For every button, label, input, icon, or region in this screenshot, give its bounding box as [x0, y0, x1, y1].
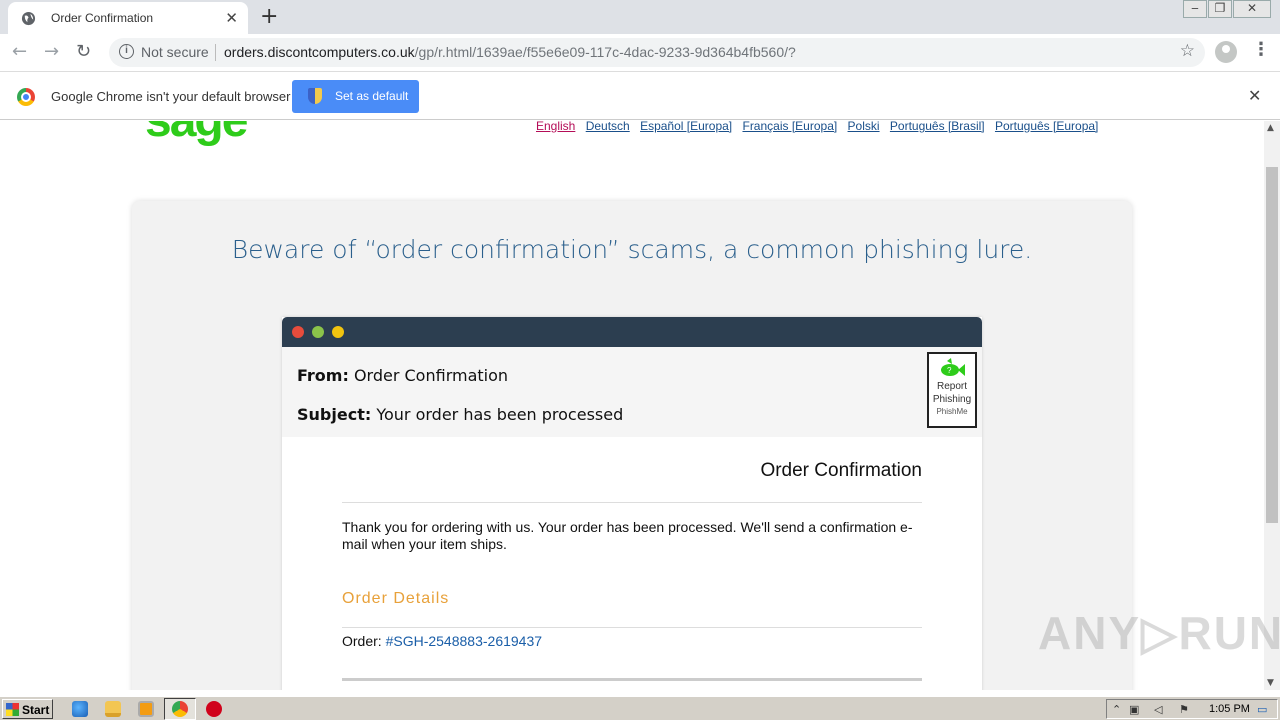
email-subject: Subject: Your order has been processed	[297, 405, 623, 424]
lang-portugues-europa-link[interactable]: Português [Europa]	[995, 121, 1098, 133]
training-panel: Beware of “order confirmation” scams, a …	[132, 201, 1132, 690]
from-label: From:	[297, 366, 349, 385]
stop-icon[interactable]	[206, 701, 222, 717]
lang-portugues-brasil-link[interactable]: Português [Brasil]	[890, 121, 985, 133]
chrome-icon	[172, 701, 188, 717]
red-dot-icon	[292, 326, 304, 338]
windows-taskbar: Start ⌃ ▣ ◁ ⚑ 1:05 PM ▭	[0, 696, 1280, 720]
svg-text:?: ?	[947, 366, 952, 375]
sage-logo[interactable]: sage	[145, 121, 248, 148]
start-button[interactable]: Start	[2, 699, 53, 719]
tray-expand-icon[interactable]: ⌃	[1112, 703, 1121, 716]
tab-title: Order Confirmation	[51, 11, 154, 25]
report-label-2: Phishing	[932, 394, 972, 405]
order-label: Order:	[342, 633, 382, 649]
shield-icon	[308, 88, 322, 104]
screen: Order Confirmation ✕ + ‒ ❐ ✕ ← → ↻ i Not…	[0, 0, 1280, 720]
tab-strip: Order Confirmation ✕ + ‒ ❐ ✕	[0, 0, 1280, 34]
lang-polski-link[interactable]: Polski	[848, 121, 880, 133]
security-label[interactable]: Not secure	[141, 44, 209, 60]
lang-espanol-link[interactable]: Español [Europa]	[640, 121, 732, 133]
bookmark-star-icon[interactable]: ☆	[1180, 41, 1195, 61]
window-close-icon[interactable]: ✕	[1233, 0, 1271, 18]
page-scrollbar[interactable]: ▲ ▼	[1264, 121, 1280, 690]
email-from: From: Order Confirmation	[297, 366, 508, 385]
volume-icon[interactable]: ◁	[1154, 703, 1162, 716]
reload-icon[interactable]: ↻	[76, 41, 91, 62]
email-window-bar	[282, 317, 982, 347]
lang-english-link[interactable]: English	[536, 121, 575, 133]
page-headline: Beware of “order confirmation” scams, a …	[231, 235, 1033, 264]
url-text[interactable]: orders.discontcomputers.co.uk/gp/r.html/…	[224, 44, 796, 60]
chrome-taskbar-button[interactable]	[164, 698, 196, 720]
subject-value: Your order has been processed	[376, 405, 624, 424]
address-bar[interactable]: i Not secure orders.discontcomputers.co.…	[109, 38, 1205, 67]
clock[interactable]: 1:05 PM	[1209, 703, 1250, 715]
lang-francais-link[interactable]: Français [Europa]	[742, 121, 837, 133]
scroll-thumb[interactable]	[1266, 167, 1278, 523]
anyrun-watermark: ANY▷RUN	[1038, 607, 1280, 659]
divider	[342, 627, 922, 628]
scroll-down-icon[interactable]: ▼	[1267, 678, 1274, 688]
order-details-heading: Order Details	[342, 590, 450, 607]
fish-icon: ?	[941, 358, 965, 376]
subject-label: Subject:	[297, 405, 372, 424]
set-as-default-label: Set as default	[335, 89, 409, 103]
green-dot-icon	[312, 326, 324, 338]
chrome-logo-icon	[17, 88, 35, 106]
web-page: sage English Deutsch Español [Europa] Fr…	[0, 121, 1264, 690]
globe-icon	[21, 11, 36, 26]
restore-icon[interactable]: ❐	[1208, 0, 1232, 18]
divider	[342, 502, 922, 503]
email-body: Thank you for ordering with us. Your ord…	[342, 519, 913, 552]
yellow-dot-icon	[332, 326, 344, 338]
forward-icon[interactable]: →	[44, 41, 59, 62]
divider	[342, 678, 922, 681]
default-browser-infobar: Google Chrome isn't your default browser…	[0, 71, 1280, 120]
info-icon[interactable]: i	[119, 44, 134, 59]
browser-toolbar: ← → ↻ i Not secure orders.discontcompute…	[0, 34, 1280, 71]
system-tray: ⌃ ▣ ◁ ⚑ 1:05 PM ▭	[1106, 699, 1278, 719]
set-as-default-button[interactable]: Set as default	[292, 80, 419, 113]
folder-icon[interactable]	[105, 701, 121, 717]
start-label: Start	[22, 703, 50, 717]
omnibox-divider	[215, 44, 216, 61]
kebab-menu-icon[interactable]: ⋮	[1252, 39, 1270, 60]
report-label-1: Report	[936, 381, 967, 392]
flag-icon[interactable]: ⚑	[1179, 703, 1189, 716]
infobar-message: Google Chrome isn't your default browser	[51, 89, 291, 104]
infobar-close-icon[interactable]: ✕	[1248, 86, 1261, 105]
minimize-icon[interactable]: ‒	[1183, 0, 1207, 18]
network-icon[interactable]: ▣	[1129, 703, 1139, 716]
email-mockup: From: Order Confirmation Subject: Your o…	[282, 317, 982, 690]
new-tab-icon[interactable]: +	[260, 4, 278, 29]
profile-avatar-icon[interactable]	[1215, 41, 1237, 63]
report-phishing-button[interactable]: ? Report Phishing PhishMe	[927, 352, 977, 428]
url-host: orders.discontcomputers.co.uk	[224, 44, 415, 60]
email-heading: Order Confirmation	[760, 460, 922, 481]
order-number-link[interactable]: #SGH-2548883-2619437	[386, 633, 542, 649]
internet-explorer-icon[interactable]	[72, 701, 88, 717]
from-value: Order Confirmation	[353, 366, 509, 385]
email-header: From: Order Confirmation Subject: Your o…	[282, 347, 982, 437]
order-line: Order: #SGH-2548883-2619437	[342, 633, 542, 649]
scroll-up-icon[interactable]: ▲	[1267, 123, 1274, 133]
show-desktop-icon[interactable]: ▭	[1257, 703, 1267, 716]
language-selector: English Deutsch Español [Europa] Françai…	[536, 121, 1105, 133]
report-brand: PhishMe	[936, 407, 968, 416]
back-icon[interactable]: ←	[12, 41, 27, 62]
media-player-icon[interactable]	[138, 701, 154, 717]
lang-deutsch-link[interactable]: Deutsch	[586, 121, 630, 133]
url-path: /gp/r.html/1639ae/f55e6e09-117c-4dac-923…	[414, 44, 796, 60]
tab-close-icon[interactable]: ✕	[225, 9, 238, 27]
windows-flag-icon	[6, 703, 19, 716]
tab-order-confirmation[interactable]: Order Confirmation ✕	[8, 2, 248, 34]
